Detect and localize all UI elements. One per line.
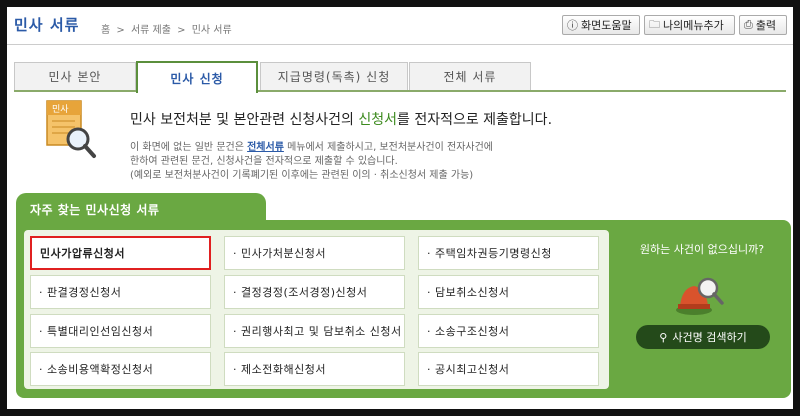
breadcrumb-home[interactable]: 홈 — [101, 25, 110, 36]
application-item[interactable]: 민사가압류신청서 — [30, 236, 211, 270]
intro-line-1: 이 화면에 없는 일반 문건은 전체서류 메뉴에서 제출하시고, 보전처분사건이… — [130, 142, 493, 153]
help-button-label: 화면도움말 — [581, 19, 632, 32]
case-search-illustration-icon — [676, 277, 724, 315]
intro-title-highlight: 신청서 — [358, 112, 397, 128]
intro-title: 민사 보전처분 및 본안관련 신청사건의 신청서를 전자적으로 제출합니다. — [130, 112, 553, 128]
add-my-menu-button[interactable]: 🗀 나의메뉴추가 — [644, 15, 735, 35]
tab-bar: 민사 본안 민사 신청 지급명령(독촉) 신청 전체 서류 — [14, 61, 786, 93]
case-search-button[interactable]: ⚲ 사건명 검색하기 — [636, 325, 770, 349]
applications-grid: 민사가압류신청서 · 민사가처분신청서 · 주택임차권등기명령신청 · 판결경정… — [24, 230, 609, 389]
application-item[interactable]: · 소송비용액확정신청서 — [30, 352, 211, 386]
application-item[interactable]: · 권리행사최고 및 담보취소 신청서 — [224, 314, 405, 348]
application-item[interactable]: · 특별대리인선임신청서 — [30, 314, 211, 348]
page-title: 민사 서류 — [14, 16, 80, 34]
tab-payment-order[interactable]: 지급명령(독촉) 신청 — [260, 62, 408, 90]
no-case-question: 원하는 사건이 없으십니까? — [639, 243, 765, 256]
page-frame: 민사 서류 홈 > 서류 제출 > 민사 서류 ⓘ 화면도움말 🗀 나의메뉴추가… — [7, 7, 793, 409]
print-button-label: 출력 — [755, 19, 777, 32]
application-item[interactable]: · 주택임차권등기명령신청 — [418, 236, 599, 270]
breadcrumb-separator: > — [116, 25, 125, 36]
help-button[interactable]: ⓘ 화면도움말 — [562, 15, 640, 35]
add-my-menu-label: 나의메뉴추가 — [663, 19, 724, 32]
folder-icon: 🗀 — [649, 17, 660, 31]
breadcrumb-current: 민사 서류 — [191, 25, 232, 36]
breadcrumb-submit[interactable]: 서류 제출 — [131, 25, 171, 36]
case-search-label: 사건명 검색하기 — [672, 331, 747, 344]
frequent-applications-panel: 민사가압류신청서 · 민사가처분신청서 · 주택임차권등기명령신청 · 판결경정… — [16, 220, 791, 398]
breadcrumb-separator: > — [177, 25, 186, 36]
info-icon: ⓘ — [567, 19, 578, 32]
printer-icon: ⎙ — [744, 18, 753, 31]
tab-civil-application[interactable]: 민사 신청 — [136, 61, 258, 93]
application-item[interactable]: · 결정경정(조서경정)신청서 — [224, 275, 405, 309]
document-search-icon: 민사 — [46, 100, 96, 158]
tab-civil-main[interactable]: 민사 본안 — [14, 62, 136, 90]
application-item[interactable]: · 소송구조신청서 — [418, 314, 599, 348]
application-item[interactable]: · 민사가처분신청서 — [224, 236, 405, 270]
application-item[interactable]: · 담보취소신청서 — [418, 275, 599, 309]
tab-all-documents[interactable]: 전체 서류 — [409, 62, 531, 90]
application-item[interactable]: · 공시최고신청서 — [418, 352, 599, 386]
intro-line-3: (예외로 보전처분사건이 기록폐기된 이후에는 관련된 이의 · 취소신청서 제… — [130, 170, 474, 181]
search-icon: ⚲ — [659, 330, 668, 344]
application-item[interactable]: · 판결경정신청서 — [30, 275, 211, 309]
breadcrumb: 홈 > 서류 제출 > 민사 서류 — [101, 21, 235, 36]
application-item[interactable]: · 제소전화해신청서 — [224, 352, 405, 386]
page-header: 민사 서류 홈 > 서류 제출 > 민사 서류 ⓘ 화면도움말 🗀 나의메뉴추가… — [7, 7, 793, 45]
svg-text:민사: 민사 — [52, 104, 69, 115]
print-button[interactable]: ⎙ 출력 — [739, 15, 787, 35]
intro-line-2: 한하여 관련된 문건, 신청사건을 전자적으로 제출할 수 있습니다. — [130, 156, 398, 167]
